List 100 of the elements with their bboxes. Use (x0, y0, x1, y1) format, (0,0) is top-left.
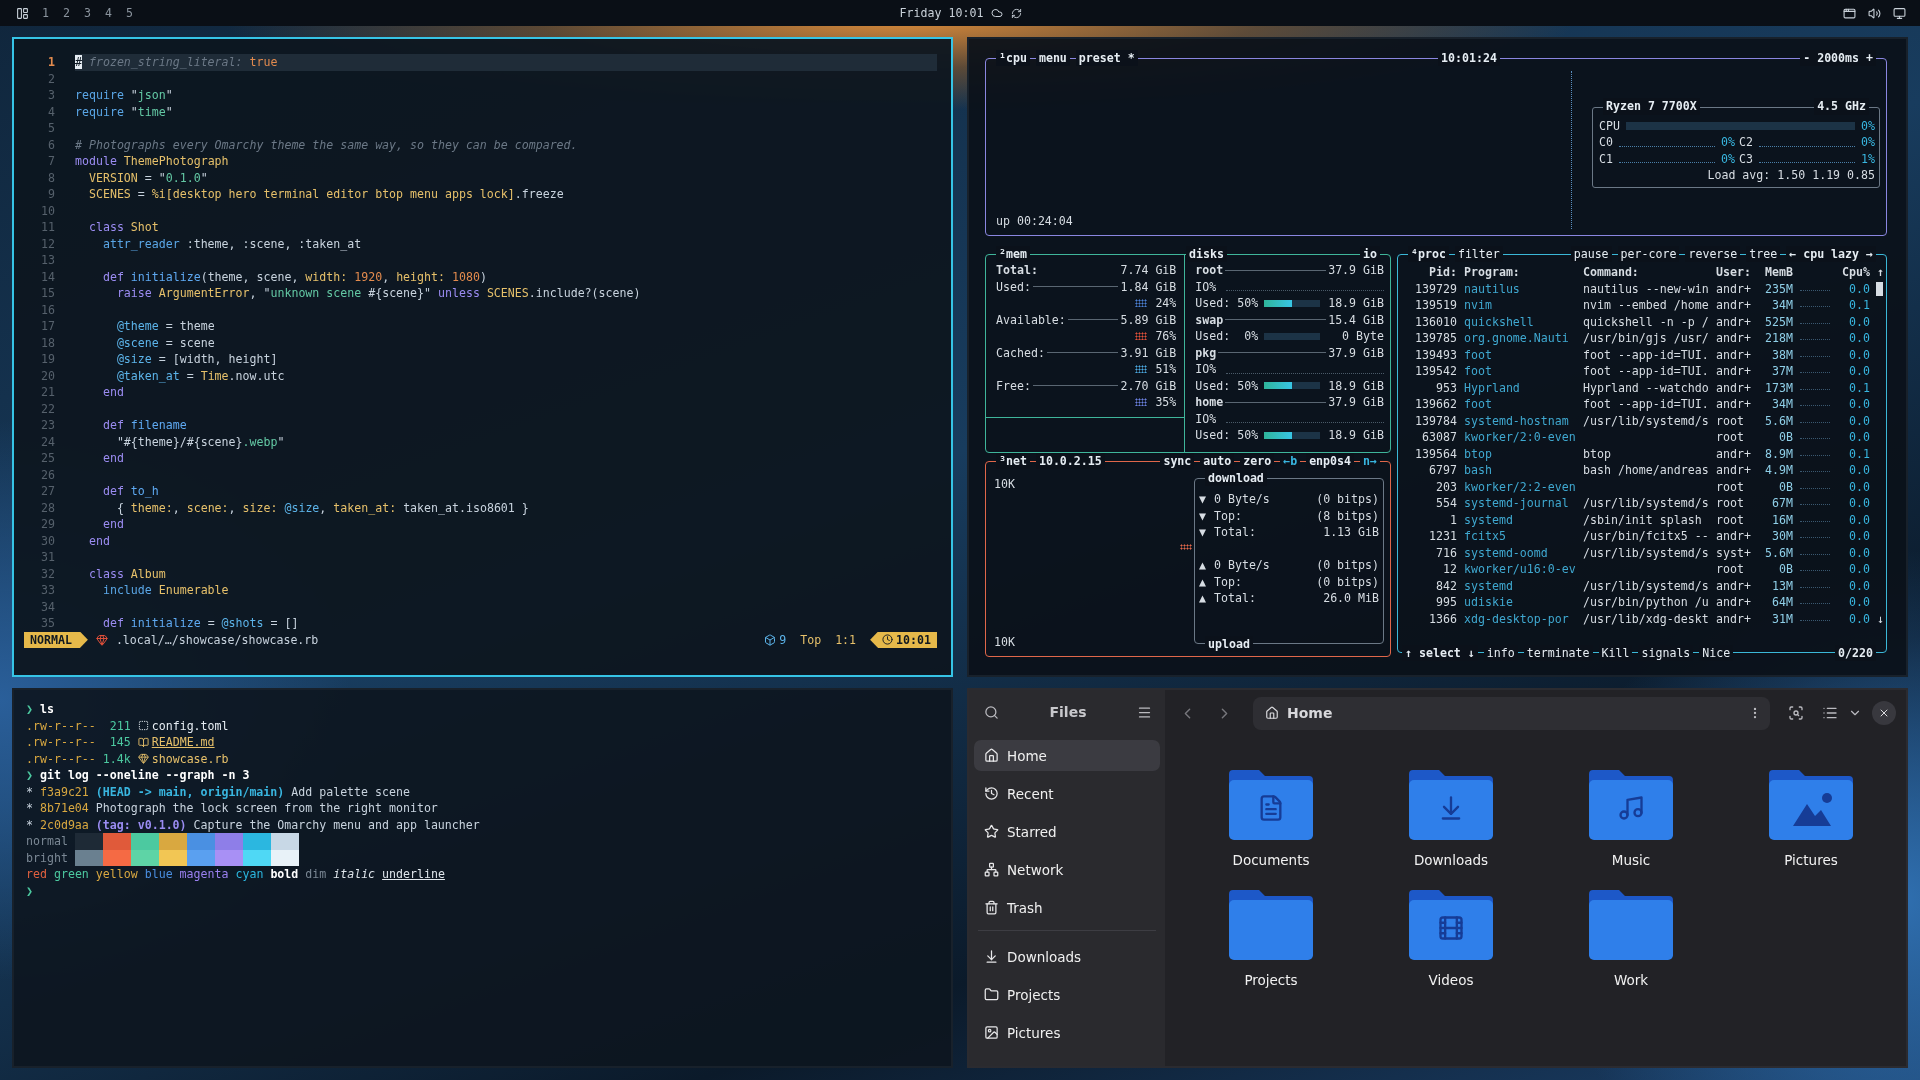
file-name: config.toml (151, 717, 229, 734)
panel-tab[interactable]: preset * (1075, 49, 1138, 67)
user-cell-text: root (1716, 511, 1745, 528)
io-label: IO% (1195, 410, 1217, 427)
workspace-icon[interactable] (16, 6, 29, 20)
workspace-button[interactable]: 4 (103, 6, 113, 20)
user-cell-text: root (1716, 478, 1745, 495)
program-name: org.gnome.Nauti (1463, 330, 1570, 347)
command-cell-text: bash /home/andreas (1583, 462, 1710, 479)
user-cell-text: root (1716, 561, 1745, 578)
folder-item[interactable]: Downloads (1361, 768, 1541, 868)
cpu-cell-text: 0.0 (1848, 313, 1870, 330)
monitor-icon[interactable] (1893, 6, 1906, 20)
line-number: 18 (40, 334, 55, 351)
place-icon (984, 900, 999, 915)
place-icon (984, 1025, 999, 1040)
memory-cell-text: 67M (1771, 495, 1793, 512)
refresh-icon[interactable] (1011, 7, 1023, 19)
commit-line: * 8b71e04 Photograph the lock screen from the right monitor (26, 800, 438, 817)
user-cell: andr+ (1716, 297, 1751, 314)
line-number: 8 (47, 169, 55, 186)
list-view-icon[interactable] (1822, 705, 1838, 721)
core-label: C1 (1599, 150, 1613, 167)
cpu-cell-text: 0.0 (1848, 594, 1870, 611)
prompt-symbol: ❯ (26, 767, 33, 784)
line-number: 35 (40, 615, 55, 632)
memory-cell-text: 34M (1771, 396, 1793, 413)
search-view-icon[interactable] (1788, 705, 1804, 721)
pid-cell-text: 1 (1449, 511, 1457, 528)
line-number: 29 (40, 516, 55, 533)
volume-icon[interactable] (1868, 6, 1881, 20)
folder-item[interactable]: Videos (1361, 888, 1541, 988)
mode-badge: NORMAL (24, 631, 88, 648)
disk-usage-bar (1264, 431, 1321, 439)
memory-cell-text: 16M (1771, 511, 1793, 528)
program-name: systemd (1463, 511, 1514, 528)
memory-label: Free: (996, 377, 1031, 394)
command-cell-text: /usr/bin/python /u (1583, 594, 1710, 611)
commit-line: * f3a9c21 (HEAD -> main, origin/main) Add palette scene (26, 783, 410, 800)
workspace-button[interactable]: 1 (41, 6, 50, 20)
workspace-button[interactable]: 3 (82, 6, 92, 20)
code-line: @taken_at = Time.now.utc (115, 367, 286, 384)
program-name: foot (1463, 346, 1493, 363)
core-label: C2 (1739, 134, 1753, 151)
cpu-cell-text: 0.0 (1848, 495, 1870, 512)
line-number: 6 (47, 136, 55, 153)
program-name: kworker/u16:0-ev (1463, 561, 1577, 578)
window-icon[interactable] (1843, 6, 1856, 20)
place-icon (984, 949, 999, 964)
code-line: @theme = theme (115, 318, 216, 335)
panel-tab[interactable]: menu (1035, 49, 1070, 67)
path-bar[interactable]: Home (1253, 696, 1770, 730)
command-cell-text: /usr/lib/systemd/s (1583, 412, 1710, 429)
sidebar-item[interactable]: Downloads (974, 941, 1160, 972)
workspace-button[interactable]: 2 (62, 6, 71, 20)
pid-cell: 139729 (1415, 280, 1457, 297)
prompt-symbol: ❯ (26, 882, 33, 899)
workspace-button[interactable]: 5 (124, 6, 134, 20)
line-number: 2 (47, 70, 55, 87)
pid-cell-text: 995 (1435, 594, 1457, 611)
folder-item[interactable]: Projects (1181, 888, 1361, 988)
sort-arrow: ↑ (1876, 264, 1884, 281)
command-cell-text: /usr/bin/fcitx5 -- (1583, 528, 1710, 545)
disk-used: 0 Byte (1342, 328, 1384, 345)
cpu-cell-text: 0.1 (1848, 445, 1870, 462)
folder-item[interactable]: Music (1541, 768, 1721, 868)
sidebar-item[interactable]: Network (974, 854, 1160, 885)
search-icon[interactable] (984, 704, 999, 720)
user-cell: andr+ (1716, 346, 1751, 363)
panel-tab[interactable]: ¹cpu (996, 49, 1030, 67)
command-cell-text: /sbin/init splash (1583, 511, 1703, 528)
meter-dots (1180, 544, 1192, 550)
folder-item[interactable]: Documents (1181, 768, 1361, 868)
diagnostics-count: 9 (779, 631, 787, 648)
code-line: # Photographs every Omarchy theme the same way, so they can be compared. (75, 136, 579, 153)
program-name: kworker/2:2-even (1463, 478, 1577, 495)
sidebar-item[interactable]: Projects (974, 979, 1160, 1010)
program-name: systemd-hostnam (1463, 412, 1570, 429)
arrow-glyph: ▼ (1199, 507, 1206, 524)
disk-size: 15.4 GiB (1328, 311, 1384, 328)
sidebar-item[interactable]: Home (974, 740, 1160, 771)
scrollbar-thumb[interactable] (1876, 281, 1883, 296)
code-line: raise ArgumentError, "unknown scene #{scene}" unless SCENES.include?(scene) (115, 285, 642, 302)
sidebar-item[interactable]: Recent (974, 778, 1160, 809)
app-title: Files (1049, 704, 1087, 720)
code-line: @size = [width, height] (115, 351, 279, 368)
program-name: systemd-oomd (1463, 544, 1549, 561)
code-line: attr_reader :theme, :scene, :taken_at (101, 235, 363, 252)
user-cell: andr+ (1716, 462, 1751, 479)
sidebar-item[interactable]: Trash (974, 892, 1160, 923)
close-button[interactable] (1872, 701, 1896, 725)
sidebar-item[interactable]: Starred (974, 816, 1160, 847)
menu-icon[interactable] (1137, 704, 1152, 720)
folder-item[interactable]: Work (1541, 888, 1721, 988)
disk-usage-bar (1264, 382, 1321, 390)
sidebar-item[interactable]: Pictures (974, 1017, 1160, 1048)
io-label: IO% (1195, 278, 1217, 295)
cpu-cell-text: 0.0 (1848, 396, 1870, 413)
code-line: end (101, 450, 125, 467)
folder-item[interactable]: Pictures (1721, 768, 1901, 868)
